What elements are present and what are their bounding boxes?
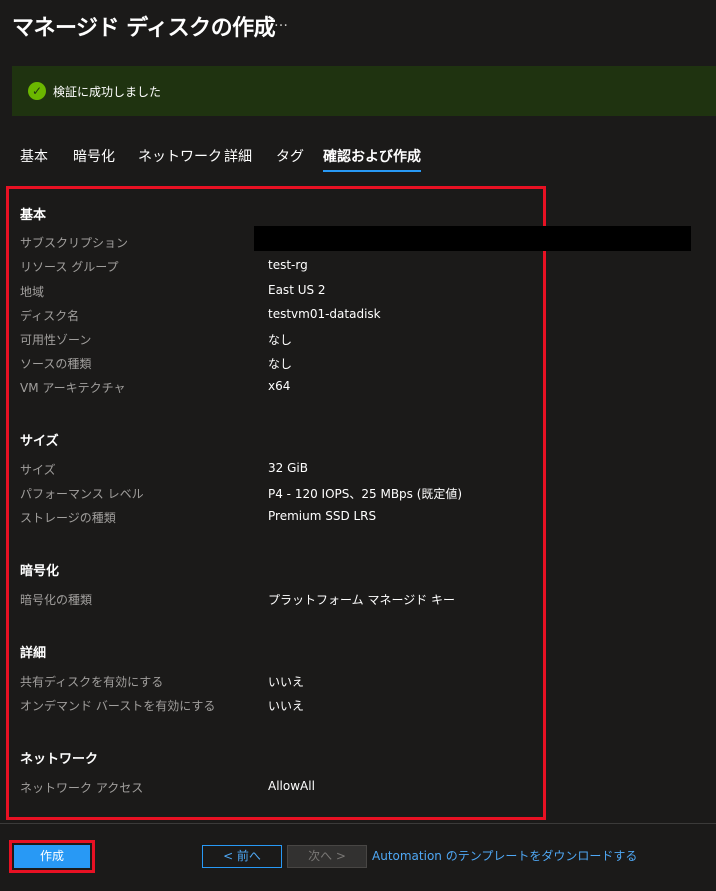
row-value-shared-disk: いいえ xyxy=(268,675,305,689)
checkmark-circle-icon: ✓ xyxy=(28,82,46,100)
row-value-network-access: AllowAll xyxy=(268,779,315,793)
section-title-basic: 基本 xyxy=(20,208,47,223)
tab-tags[interactable]: タグ xyxy=(276,146,304,166)
page-title: マネージド ディスクの作成 xyxy=(12,16,276,41)
section-title-size: サイズ xyxy=(20,434,59,449)
section-title-encryption: 暗号化 xyxy=(20,564,60,579)
row-label-region: 地域 xyxy=(20,285,45,299)
row-label-storage-type: ストレージの種類 xyxy=(20,511,116,525)
row-label-subscription: サブスクリプション xyxy=(20,236,129,250)
row-label-vm-architecture: VM アーキテクチャ xyxy=(20,381,126,395)
validation-message: 検証に成功しました xyxy=(53,85,162,99)
row-value-encryption-type: プラットフォーム マネージド キー xyxy=(268,593,456,607)
row-label-size: サイズ xyxy=(20,463,56,477)
row-value-performance-tier: P4 - 120 IOPS、25 MBps (既定値) xyxy=(268,487,463,501)
redacted-subscription-value xyxy=(254,226,691,251)
row-value-availability-zone: なし xyxy=(268,333,293,347)
row-value-source-type: なし xyxy=(268,357,293,371)
footer-divider xyxy=(0,823,716,824)
row-label-availability-zone: 可用性ゾーン xyxy=(20,333,92,347)
row-value-vm-architecture: x64 xyxy=(268,379,291,393)
row-label-resource-group: リソース グループ xyxy=(20,260,119,274)
row-value-storage-type: Premium SSD LRS xyxy=(268,509,377,523)
row-label-shared-disk: 共有ディスクを有効にする xyxy=(20,675,164,689)
row-label-on-demand-burst: オンデマンド バーストを有効にする xyxy=(20,699,216,713)
row-label-network-access: ネットワーク アクセス xyxy=(20,781,144,795)
tab-basic[interactable]: 基本 xyxy=(20,146,48,166)
previous-button[interactable]: < 前へ xyxy=(202,845,282,868)
row-label-encryption-type: 暗号化の種類 xyxy=(20,593,93,607)
section-title-network: ネットワーク xyxy=(20,752,99,767)
row-value-region: East US 2 xyxy=(268,283,326,297)
download-automation-template-link[interactable]: Automation のテンプレートをダウンロードする xyxy=(372,847,637,864)
next-button: 次へ > xyxy=(287,845,367,868)
row-value-resource-group: test-rg xyxy=(268,258,308,272)
validation-banner: ✓ 検証に成功しました xyxy=(12,66,716,116)
create-button[interactable]: 作成 xyxy=(14,845,90,868)
row-label-performance-tier: パフォーマンス レベル xyxy=(20,487,144,501)
tab-review-create[interactable]: 確認および作成 xyxy=(323,146,421,172)
tab-advanced[interactable]: 詳細 xyxy=(224,146,252,166)
review-highlight-box xyxy=(6,186,546,820)
tab-encryption[interactable]: 暗号化 xyxy=(73,146,115,166)
tab-network[interactable]: ネットワーク xyxy=(138,146,222,166)
row-value-on-demand-burst: いいえ xyxy=(268,699,305,713)
section-title-advanced: 詳細 xyxy=(20,646,47,661)
row-value-size: 32 GiB xyxy=(268,461,308,475)
more-options-button[interactable]: … xyxy=(274,14,289,30)
row-value-disk-name: testvm01-datadisk xyxy=(268,307,381,321)
row-label-source-type: ソースの種類 xyxy=(20,357,92,371)
row-label-disk-name: ディスク名 xyxy=(20,309,80,323)
